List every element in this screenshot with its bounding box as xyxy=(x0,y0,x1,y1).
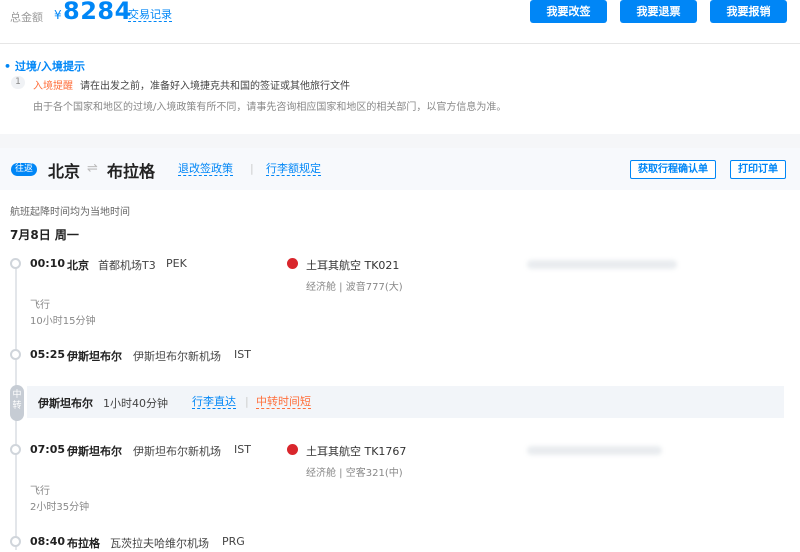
flight-label: 飞行 xyxy=(30,300,50,311)
local-time-note: 航班起降时间均为当地时间 xyxy=(10,207,130,218)
turkish-airlines-logo-icon xyxy=(287,444,298,455)
round-trip-badge: 往返 xyxy=(11,163,38,176)
departure-time: 07:05 xyxy=(30,443,66,456)
divider: | xyxy=(250,162,254,175)
destination-city: 布拉格 xyxy=(107,162,156,181)
change-ticket-button[interactable]: 我要改签 xyxy=(530,0,607,23)
currency-symbol: ¥ xyxy=(54,8,62,22)
short-transfer-warning[interactable]: 中转时间短 xyxy=(256,395,311,409)
departure-airport-code: IST xyxy=(234,443,251,456)
timeline-line xyxy=(15,420,17,550)
departure-city: 伊斯坦布尔 xyxy=(67,445,122,458)
departure-dot xyxy=(10,258,21,269)
arrival-city: 伊斯坦布尔 xyxy=(67,350,122,363)
transfer-city: 伊斯坦布尔 xyxy=(38,397,93,410)
transfer-badge: 中转 xyxy=(10,385,24,421)
entry-policy-note: 由于各个国家和地区的过境/入境政策有所不同，请事先咨询相应国家和地区的相关部门，… xyxy=(33,102,507,113)
itinerary-confirmation-button[interactable]: 获取行程确认单 xyxy=(630,160,716,179)
arrival-dot xyxy=(10,349,21,360)
notice-index-badge: 1 xyxy=(11,76,25,89)
luggage-direct-link[interactable]: 行李直达 xyxy=(192,395,236,409)
departure-airport: 首都机场T3 xyxy=(98,259,156,272)
total-amount-label: 总金额 xyxy=(10,11,43,24)
refund-change-policy-link[interactable]: 退改签政策 xyxy=(178,162,233,176)
round-trip-arrow-icon: ⇌ xyxy=(87,161,98,176)
bullet-icon: • xyxy=(4,60,12,73)
cabin-aircraft: 经济舱 | 空客321(中) xyxy=(306,468,403,479)
print-order-button[interactable]: 打印订单 xyxy=(730,160,786,179)
airline-flight-number: 土耳其航空 TK021 xyxy=(306,259,400,272)
entry-reminder-text: 请在出发之前，准备好入境捷克共和国的签证或其他旅行文件 xyxy=(80,81,350,92)
arrival-airport-code: IST xyxy=(234,348,251,361)
departure-airport: 伊斯坦布尔新机场 xyxy=(133,445,221,458)
refund-ticket-button[interactable]: 我要退票 xyxy=(620,0,697,23)
arrival-airport: 瓦茨拉夫哈维尔机场 xyxy=(110,537,209,550)
reimbursement-button[interactable]: 我要报销 xyxy=(710,0,787,23)
departure-dot xyxy=(10,444,21,455)
arrival-airport: 伊斯坦布尔新机场 xyxy=(133,350,221,363)
total-amount: 8284 xyxy=(63,0,132,25)
turkish-airlines-logo-icon xyxy=(287,258,298,269)
flight-duration: 10小时15分钟 xyxy=(30,316,96,327)
flight-label: 飞行 xyxy=(30,486,50,497)
entry-reminder-tag: 入境提醒 xyxy=(33,81,73,92)
transfer-info: 伊斯坦布尔 1小时40分钟 行李直达 | 中转时间短 xyxy=(27,386,784,418)
transfer-duration: 1小时40分钟 xyxy=(103,397,168,410)
arrival-airport-code: PRG xyxy=(222,535,245,548)
flight-date: 7月8日 周一 xyxy=(10,228,79,242)
order-summary-bar: 总金额 ¥ 8284 交易记录 我要改签 我要退票 我要报销 xyxy=(0,0,800,44)
arrival-time: 05:25 xyxy=(30,348,66,361)
route-header: 往返 北京 ⇌ 布拉格 退改签政策 | 行李额规定 获取行程确认单 打印订单 xyxy=(0,148,800,190)
departure-time: 00:10 xyxy=(30,257,66,270)
divider: | xyxy=(245,395,249,408)
arrival-city: 布拉格 xyxy=(67,537,100,550)
cabin-aircraft: 经济舱 | 波音777(大) xyxy=(306,282,403,293)
transaction-records-link[interactable]: 交易记录 xyxy=(128,8,172,22)
notice-title: • 过境/入境提示 xyxy=(4,60,86,73)
departure-airport-code: PEK xyxy=(166,257,187,270)
redacted-info xyxy=(527,260,677,269)
origin-city: 北京 xyxy=(48,162,81,181)
redacted-info xyxy=(527,446,662,455)
arrival-dot xyxy=(10,536,21,547)
departure-city: 北京 xyxy=(67,259,89,272)
timeline-line xyxy=(15,263,17,388)
arrival-time: 08:40 xyxy=(30,535,66,548)
section-divider xyxy=(0,134,800,148)
flight-duration: 2小时35分钟 xyxy=(30,502,90,513)
luggage-policy-link[interactable]: 行李额规定 xyxy=(266,162,321,176)
airline-flight-number: 土耳其航空 TK1767 xyxy=(306,445,407,458)
